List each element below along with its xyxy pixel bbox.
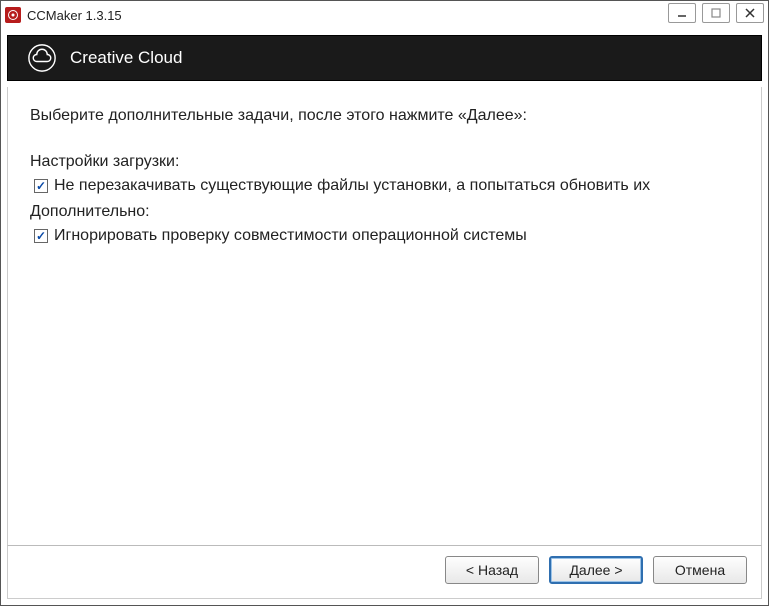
titlebar-title: CCMaker 1.3.15 (27, 8, 122, 23)
header-banner: Creative Cloud (7, 35, 762, 81)
section-download-label: Настройки загрузки: (30, 153, 739, 171)
section-additional-label: Дополнительно: (30, 203, 739, 221)
app-window: CCMaker 1.3.15 Creative Cloud Выберите д… (0, 0, 769, 606)
checkbox-ignore-os-compat-label: Игнорировать проверку совместимости опер… (54, 227, 527, 245)
button-bar: < Назад Далее > Отмена (7, 545, 762, 599)
checkbox-no-redownload-label: Не перезакачивать существующие файлы уст… (54, 177, 650, 195)
checkbox-row-ignoreos[interactable]: Игнорировать проверку совместимости опер… (34, 227, 739, 245)
checkbox-ignore-os-compat[interactable] (34, 229, 48, 243)
next-button[interactable]: Далее > (549, 556, 643, 584)
banner-title: Creative Cloud (70, 48, 182, 68)
titlebar: CCMaker 1.3.15 (1, 1, 768, 29)
checkbox-no-redownload[interactable] (34, 179, 48, 193)
maximize-button[interactable] (702, 3, 730, 23)
window-controls (668, 3, 764, 23)
checkbox-row-redownload[interactable]: Не перезакачивать существующие файлы уст… (34, 177, 739, 195)
content-area: Выберите дополнительные задачи, после эт… (7, 87, 762, 545)
instruction-text: Выберите дополнительные задачи, после эт… (30, 107, 739, 125)
close-button[interactable] (736, 3, 764, 23)
cancel-button[interactable]: Отмена (653, 556, 747, 584)
app-icon (5, 7, 21, 23)
minimize-button[interactable] (668, 3, 696, 23)
creative-cloud-icon (28, 44, 56, 72)
back-button[interactable]: < Назад (445, 556, 539, 584)
